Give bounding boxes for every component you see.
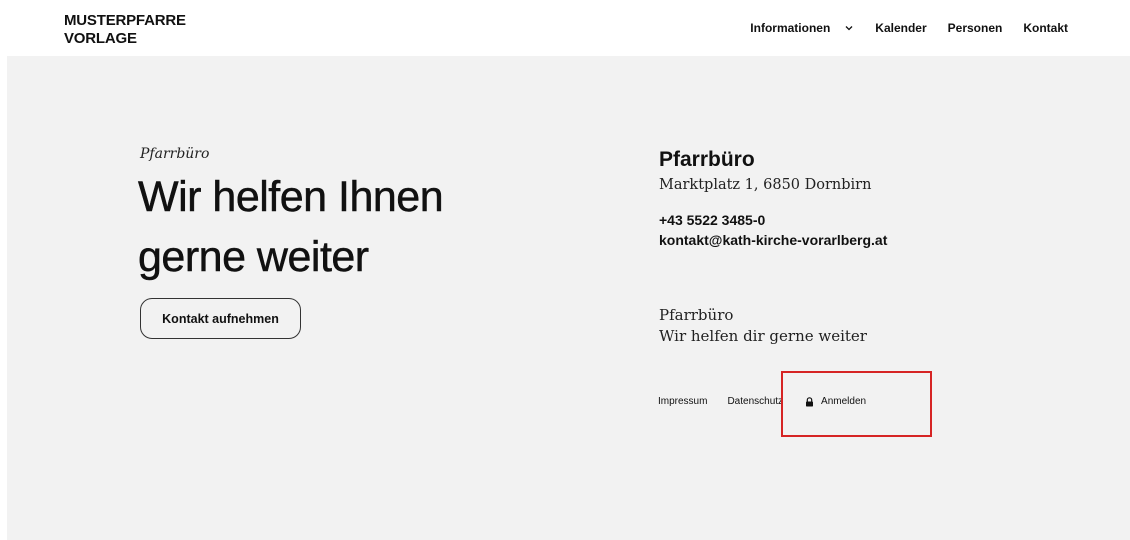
impressum-link[interactable]: Impressum [658,396,707,407]
chevron-down-icon [845,26,853,31]
contact-email[interactable]: kontakt@kath-kirche-vorarlberg.at [659,230,887,250]
contact-subtext: Pfarrbüro Wir helfen dir gerne weiter [659,305,867,347]
nav-item-kalender[interactable]: Kalender [875,21,926,35]
contact-button[interactable]: Kontakt aufnehmen [140,298,301,339]
headline-line-2: gerne weiter [138,233,370,282]
main-section: Pfarrbüro Wir helfen Ihnen gerne weiter … [7,56,1130,540]
nav-item-label: Personen [947,21,1003,35]
login-link[interactable]: Anmelden [805,396,866,407]
contact-address: Marktplatz 1, 6850 Dornbirn [659,177,872,193]
subtext-line-2: Wir helfen dir gerne weiter [659,327,867,345]
login-label: Anmelden [821,396,867,407]
site-logo[interactable]: MUSTERPFARRE VORLAGE [64,12,186,48]
logo-line-1: MUSTERPFARRE [64,12,186,29]
nav-item-label: Kalender [875,21,927,35]
datenschutz-link[interactable]: Datenschutz [727,396,783,407]
footer-links: Impressum Datenschutz Anmelden [658,396,866,407]
hero-kicker: Pfarrbüro [140,146,210,162]
contact-phone[interactable]: +43 5522 3485-0 [659,210,887,230]
main-nav: Informationen Kalender Personen Kontakt [750,21,1068,35]
nav-item-informationen[interactable]: Informationen [750,21,854,35]
lock-icon [806,396,814,406]
subtext-line-1: Pfarrbüro [659,306,734,324]
hero-headline: Wir helfen Ihnen gerne weiter [138,167,444,287]
contact-block: Pfarrbüro Marktplatz 1, 6850 Dornbirn +4… [659,148,887,250]
contact-title: Pfarrbüro [659,148,755,171]
nav-item-personen[interactable]: Personen [948,21,1003,35]
nav-item-kontakt[interactable]: Kontakt [1023,21,1068,35]
nav-item-label: Informationen [750,21,831,35]
headline-line-1: Wir helfen Ihnen [138,173,444,222]
logo-line-2: VORLAGE [64,30,137,47]
nav-item-label: Kontakt [1023,21,1068,35]
site-header: MUSTERPFARRE VORLAGE Informationen Kalen… [0,0,1130,56]
